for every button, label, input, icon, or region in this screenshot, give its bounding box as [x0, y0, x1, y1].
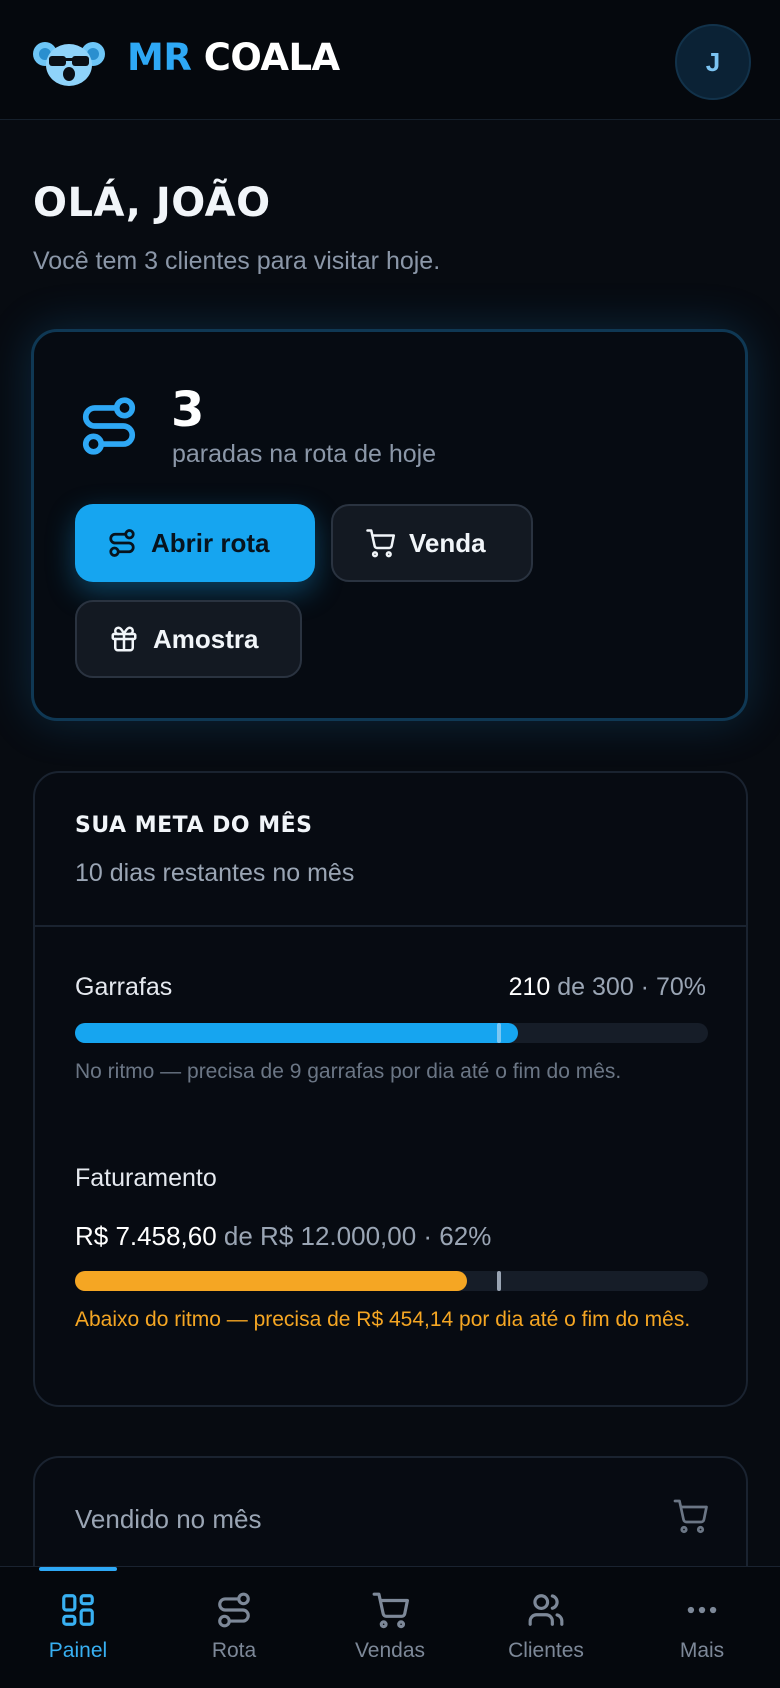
- users-icon: [528, 1594, 564, 1626]
- bottles-value: 210 de 300 · 70%: [509, 973, 706, 1002]
- nav-active-indicator: [39, 1567, 117, 1571]
- revenue-progress-bar: [75, 1271, 708, 1291]
- goal-subtitle: 10 dias restantes no mês: [75, 859, 355, 887]
- nav-item-clientes[interactable]: Clientes: [468, 1567, 624, 1688]
- nav-label-rota: Rota: [211, 1639, 257, 1662]
- nav-label-clientes: Clientes: [508, 1639, 584, 1662]
- bottles-progress-fill: [75, 1023, 519, 1043]
- revenue-of-total: de R$ 12.000,00 · 62%: [216, 1221, 492, 1251]
- cart-icon: [366, 529, 395, 558]
- sale-label: Venda: [409, 527, 486, 558]
- brand-name: MR COALA: [127, 36, 340, 79]
- sold-month-label: Vendido no mês: [75, 1504, 262, 1534]
- nav-item-mais[interactable]: Mais: [624, 1567, 780, 1688]
- route-icon: [82, 397, 136, 455]
- nav-label-painel: Painel: [48, 1639, 108, 1662]
- avatar[interactable]: J: [675, 24, 751, 100]
- more-icon: [687, 1606, 717, 1614]
- grid-icon: [62, 1594, 94, 1626]
- route-card: 3 paradas na rota de hoje Abrir rota Ven…: [31, 329, 748, 721]
- bottles-pace-marker: [497, 1023, 502, 1043]
- nav-item-painel[interactable]: Painel: [0, 1567, 156, 1688]
- page-title: OLÁ, JOÃO: [33, 180, 271, 226]
- cart-icon: [372, 1592, 409, 1629]
- gift-icon: [111, 626, 137, 652]
- cart-icon: [673, 1499, 708, 1534]
- bottles-current: 210: [508, 973, 551, 1001]
- goal-title: SUA META DO MÊS: [75, 813, 313, 838]
- revenue-pace-marker: [497, 1271, 502, 1291]
- koala-logo-icon[interactable]: [33, 38, 105, 88]
- bottles-label: Garrafas: [75, 973, 173, 1001]
- sample-label: Amostra: [153, 623, 259, 654]
- brand-mr: MR: [127, 36, 192, 79]
- revenue-progress-fill: [75, 1271, 468, 1291]
- open-route-label: Abrir rota: [151, 527, 270, 558]
- sample-button[interactable]: Amostra: [75, 600, 302, 678]
- top-bar: MR COALA J: [0, 0, 780, 120]
- revenue-current: R$ 7.458,60: [75, 1221, 217, 1251]
- nav-label-vendas: Vendas: [354, 1639, 426, 1662]
- bottles-of-total: de 300 · 70%: [550, 973, 706, 1001]
- revenue-label: Faturamento: [75, 1164, 217, 1192]
- route-stop-label: paradas na rota de hoje: [172, 440, 437, 468]
- bottom-nav: Painel Rota Vendas Clientes Mais: [0, 1566, 780, 1688]
- nav-label-mais: Mais: [679, 1639, 725, 1662]
- nav-item-vendas[interactable]: Vendas: [312, 1567, 468, 1688]
- sale-button[interactable]: Venda: [331, 504, 533, 582]
- revenue-note: Abaixo do ritmo — precisa de R$ 454,14 p…: [75, 1308, 691, 1331]
- divider: [35, 925, 746, 927]
- route-stop-count: 3: [171, 382, 205, 438]
- bottles-note: No ritmo — precisa de 9 garrafas por dia…: [75, 1060, 622, 1083]
- bottles-progress-bar: [75, 1023, 708, 1043]
- brand-coala: COALA: [203, 36, 340, 79]
- revenue-value: R$ 7.458,60 de R$ 12.000,00 · 62%: [75, 1221, 491, 1252]
- nav-item-rota[interactable]: Rota: [156, 1567, 312, 1688]
- monthly-goal-card: SUA META DO MÊS 10 dias restantes no mês…: [33, 771, 748, 1407]
- open-route-button[interactable]: Abrir rota: [75, 504, 315, 582]
- route-icon: [109, 529, 135, 557]
- route-icon: [218, 1592, 250, 1628]
- page-subtitle: Você tem 3 clientes para visitar hoje.: [33, 247, 441, 275]
